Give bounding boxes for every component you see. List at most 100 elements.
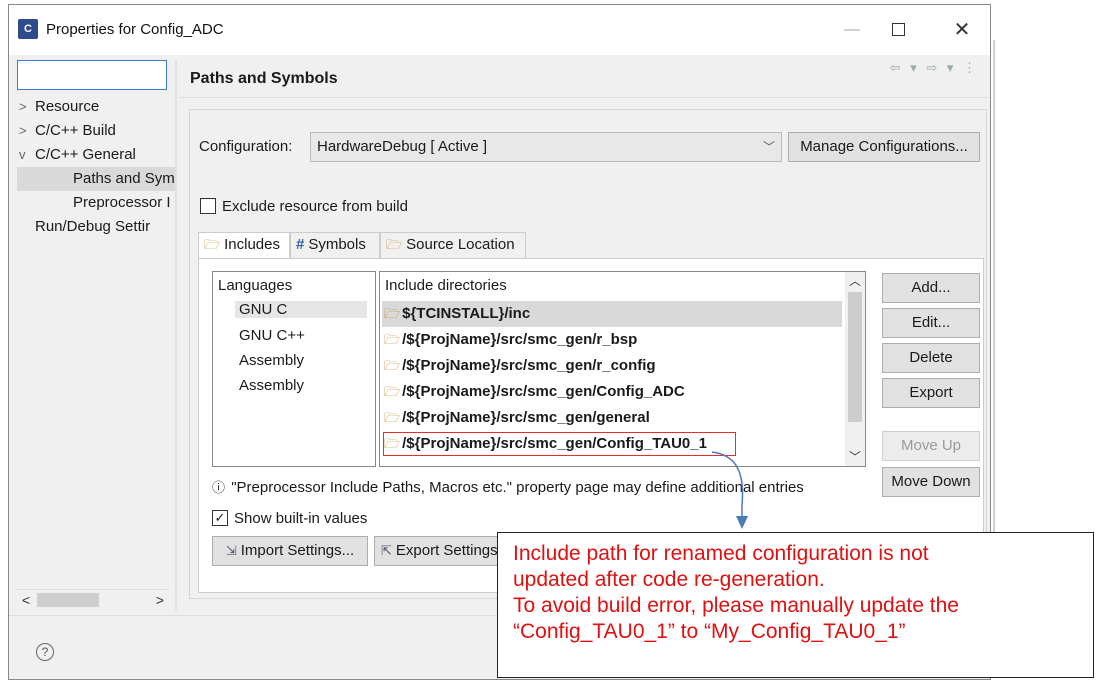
folder-icon: 🗁 (386, 237, 403, 252)
move-up-button[interactable]: Move Up (882, 431, 980, 461)
tree-item-resource[interactable]: > Resource (17, 95, 177, 119)
include-path: ${TCINSTALL}/inc (402, 305, 531, 322)
callout-line: Include path for renamed configuration i… (513, 542, 929, 565)
tree-item-label: Paths and Sym (73, 170, 175, 187)
move-down-button[interactable]: Move Down (882, 467, 980, 497)
delete-button[interactable]: Delete (882, 343, 980, 373)
tree-item-run-debug[interactable]: Run/Debug Settir (17, 215, 177, 239)
tab-label: Includes (224, 236, 280, 253)
include-folder-icon: 🗁 (384, 384, 401, 399)
info-text: "Preprocessor Include Paths, Macros etc.… (231, 479, 804, 496)
tree-item-label: C/C++ General (35, 146, 136, 163)
chevron-down-icon: ﹀ (762, 140, 775, 154)
export-button[interactable]: Export (882, 378, 980, 408)
tree-item-paths-and-symbols[interactable]: Paths and Sym (17, 167, 177, 191)
page-nav-arrows[interactable]: ⇦ ▾ ⇨ ▾ ⋮ (890, 60, 979, 76)
include-row[interactable]: 🗁 ${TCINSTALL}/inc (382, 301, 842, 327)
property-tree: > Resource > C/C++ Build v C/C++ General Pa… (17, 95, 177, 239)
languages-list[interactable]: Languages GNU C GNU C++ Assembly Assembl… (212, 271, 376, 467)
show-builtin-label: Show built-in values (234, 510, 368, 527)
tab-includes[interactable]: 🗁 Includes (198, 232, 290, 258)
language-item[interactable]: Assembly (239, 352, 304, 369)
tree-item-build[interactable]: > C/C++ Build (17, 119, 177, 143)
maximize-icon (891, 23, 905, 37)
hash-icon: # (296, 236, 305, 253)
background-editor-edge (993, 40, 995, 600)
tree-item-label: Run/Debug Settir (35, 218, 151, 235)
tab-source-location[interactable]: 🗁 Source Location (380, 232, 526, 258)
export-icon: ⇱ (381, 543, 392, 558)
configuration-select[interactable]: HardwareDebug [ Active ] ﹀ (310, 132, 782, 162)
include-folder-icon: 🗁 (384, 436, 401, 451)
info-icon: ⓘ (212, 480, 226, 495)
callout-line: “Config_TAU0_1” to “My_Config_TAU0_1” (513, 620, 906, 643)
include-folder-icon: 🗁 (384, 358, 401, 373)
include-path: /${ProjName}/src/smc_gen/Config_ADC (402, 383, 685, 400)
include-vscrollbar[interactable]: ︿ ﹀ (845, 272, 865, 466)
page-title: Paths and Symbols (190, 70, 338, 87)
close-button[interactable]: ✕ (939, 15, 985, 45)
language-item[interactable]: GNU C (235, 301, 367, 318)
languages-header: Languages (218, 277, 293, 294)
include-row-highlighted[interactable]: 🗁/${ProjName}/src/smc_gen/Config_TAU0_1 (382, 431, 737, 457)
scroll-up-icon[interactable]: ︿ (845, 272, 865, 290)
include-path: /${ProjName}/src/smc_gen/r_config (402, 357, 656, 374)
include-row[interactable]: 🗁/${ProjName}/src/smc_gen/Config_ADC (382, 379, 842, 405)
edit-button[interactable]: Edit... (882, 308, 980, 338)
include-path: /${ProjName}/src/smc_gen/general (402, 409, 650, 426)
language-item[interactable]: Assembly (239, 377, 304, 394)
include-folder-icon: 🗁 (384, 332, 401, 347)
minimize-button[interactable]: — (829, 15, 875, 45)
exclude-label: Exclude resource from build (222, 198, 408, 215)
chevron-down-icon[interactable]: v (19, 143, 35, 167)
pane-splitter[interactable] (175, 60, 177, 610)
filter-input[interactable] (17, 60, 167, 90)
callout-line: updated after code re-generation. (513, 568, 825, 591)
include-row[interactable]: 🗁/${ProjName}/src/smc_gen/r_bsp (382, 327, 842, 353)
import-settings-button[interactable]: ⇲ Import Settings... (212, 536, 368, 566)
chevron-right-icon[interactable]: > (19, 119, 35, 143)
tab-label: Symbols (308, 236, 366, 253)
include-path: /${ProjName}/src/smc_gen/Config_TAU0_1 (402, 435, 707, 452)
manage-configurations-button[interactable]: Manage Configurations... (788, 132, 980, 162)
show-builtin-checkbox[interactable]: ✓ (212, 510, 228, 526)
scroll-thumb[interactable] (848, 292, 862, 422)
exclude-checkbox[interactable] (200, 198, 216, 214)
includes-icon: 🗁 (204, 237, 221, 252)
include-path: /${ProjName}/src/smc_gen/r_bsp (402, 331, 638, 348)
tree-item-label: C/C++ Build (35, 122, 116, 139)
tree-item-general[interactable]: v C/C++ General (17, 143, 177, 167)
include-folder-icon: 🗁 (384, 410, 401, 425)
title-bar: C Properties for Config_ADC — ✕ (9, 5, 990, 55)
language-item[interactable]: GNU C++ (239, 327, 305, 344)
tree-item-preprocessor[interactable]: Preprocessor I (17, 191, 177, 215)
include-folder-icon: 🗁 (384, 306, 401, 321)
import-settings-label: Import Settings... (240, 542, 355, 559)
chevron-right-icon[interactable]: > (19, 95, 35, 119)
window-title: Properties for Config_ADC (46, 21, 224, 38)
include-row[interactable]: 🗁/${ProjName}/src/smc_gen/general (382, 405, 842, 431)
export-settings-label: Export Settings (395, 542, 498, 559)
help-icon[interactable]: ? (36, 643, 54, 661)
scroll-right-icon[interactable]: > (151, 590, 169, 610)
scroll-thumb[interactable] (37, 593, 99, 607)
tree-hscrollbar[interactable]: < > (17, 589, 169, 609)
maximize-button[interactable] (875, 15, 921, 45)
tab-label: Source Location (406, 236, 515, 253)
info-message: ⓘ "Preprocessor Include Paths, Macros et… (212, 477, 804, 496)
tree-item-label: Resource (35, 98, 100, 115)
configuration-label: Configuration: (199, 138, 293, 155)
app-icon: C (18, 19, 38, 39)
scroll-down-icon[interactable]: ﹀ (845, 448, 865, 466)
tree-item-label: Preprocessor I (73, 194, 171, 211)
page-body: Configuration: HardwareDebug [ Active ] … (189, 109, 987, 599)
include-row[interactable]: 🗁/${ProjName}/src/smc_gen/r_config (382, 353, 842, 379)
tab-symbols[interactable]: # Symbols (290, 232, 380, 258)
add-button[interactable]: Add... (882, 273, 980, 303)
scroll-left-icon[interactable]: < (17, 590, 35, 610)
include-directories-list[interactable]: Include directories 🗁 ${TCINSTALL}/inc 🗁 /… (379, 271, 866, 467)
configuration-value: HardwareDebug [ Active ] (317, 138, 488, 155)
include-header: Include directories (385, 277, 507, 294)
page-header: Paths and Symbols ⇦ ▾ ⇨ ▾ ⋮ (179, 60, 989, 98)
import-icon: ⇲ (225, 543, 237, 558)
